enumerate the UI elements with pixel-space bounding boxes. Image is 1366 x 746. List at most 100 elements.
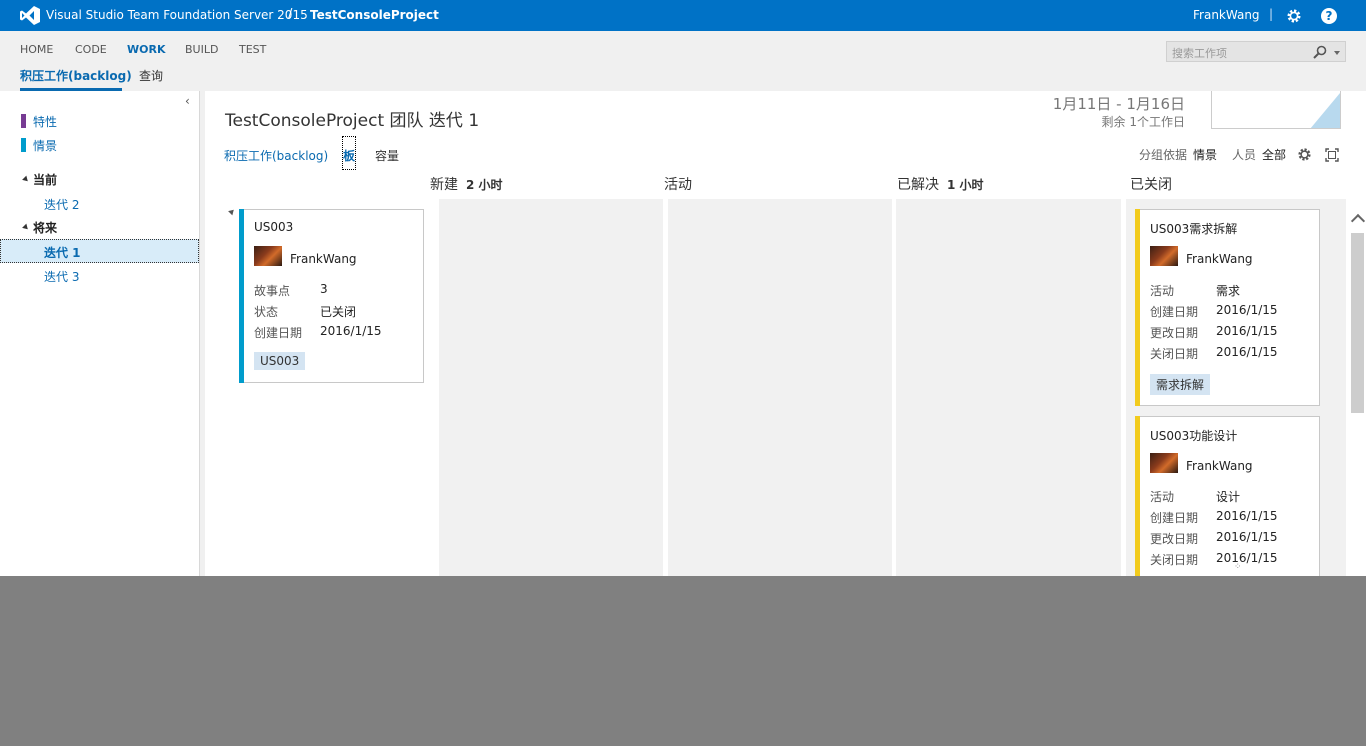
top-bar: Visual Studio Team Foundation Server 201… <box>0 0 1366 31</box>
column-new-name: 新建 <box>430 177 458 193</box>
field-label: 状态 <box>254 305 279 319</box>
subhub-queries[interactable]: 查询 <box>139 67 163 84</box>
field-value-closed-date: 2016/1/15 <box>1216 551 1278 565</box>
iteration-1-link[interactable]: 迭代 1 <box>44 244 81 261</box>
feature-color-bar <box>21 114 26 128</box>
settings-gear-icon[interactable] <box>1286 8 1302 24</box>
card-tag[interactable]: US003 <box>254 352 306 370</box>
lane-active[interactable] <box>668 199 892 576</box>
fullscreen-icon[interactable] <box>1325 148 1339 162</box>
burndown-graphic <box>1310 93 1340 128</box>
field-value-created-date: 2016/1/15 <box>1216 303 1278 317</box>
hub-navigation: HOME CODE WORK BUILD TEST 积压工作(backlog) … <box>0 31 1366 91</box>
field-label: 创建日期 <box>1150 305 1199 319</box>
card-tag[interactable]: 需求拆解 <box>1150 374 1211 395</box>
task-card-color-stripe <box>1135 209 1140 406</box>
task-card-design[interactable]: US003功能设计 FrankWang 活动 设计 创建日期 2016/1/15… <box>1135 416 1320 576</box>
user-name[interactable]: FrankWang <box>1193 8 1260 22</box>
backlog-features[interactable]: 特性 <box>33 113 57 130</box>
field-value-story-points[interactable]: 3 <box>320 282 328 296</box>
card-owner[interactable]: FrankWang <box>290 252 357 266</box>
expand-future-triangle-icon[interactable] <box>22 223 30 232</box>
column-new-remaining: 2 小时 <box>466 178 503 192</box>
subhub-backlog[interactable]: 积压工作(backlog) <box>20 67 132 84</box>
lane-new[interactable] <box>439 199 663 576</box>
visual-studio-logo-icon[interactable] <box>20 6 40 25</box>
avatar <box>1150 246 1178 266</box>
future-iterations-header[interactable]: 将来 <box>33 219 57 236</box>
search-icon[interactable] <box>1313 45 1327 59</box>
board-scrollbar[interactable] <box>1349 211 1366 576</box>
iteration-2-link[interactable]: 迭代 2 <box>44 196 79 213</box>
field-label: 更改日期 <box>1150 532 1199 546</box>
field-value-changed-date: 2016/1/15 <box>1216 530 1278 544</box>
card-title[interactable]: US003需求拆解 <box>1150 220 1237 237</box>
breadcrumb-separator: / <box>288 7 293 22</box>
hub-test[interactable]: TEST <box>239 43 266 56</box>
scenario-color-bar <box>21 138 26 152</box>
task-card-color-stripe <box>1135 416 1140 576</box>
card-owner[interactable]: FrankWang <box>1186 252 1253 266</box>
scroll-up-chevron-icon[interactable] <box>1350 213 1366 229</box>
field-label: 创建日期 <box>254 326 303 340</box>
hub-build[interactable]: BUILD <box>185 43 218 56</box>
product-name[interactable]: Visual Studio Team Foundation Server 201… <box>46 8 308 22</box>
avatar <box>1150 453 1178 473</box>
lane-resolved[interactable] <box>896 199 1121 576</box>
left-pane: ‹ 特性 情景 当前 迭代 2 将来 迭代 1 迭代 3 <box>0 91 200 576</box>
hub-home[interactable]: HOME <box>20 43 53 56</box>
column-header-new: 新建 2 小时 <box>430 174 503 194</box>
field-label: 创建日期 <box>1150 511 1199 525</box>
column-header-closed: 已关闭 <box>1130 174 1172 194</box>
field-value-created-date: 2016/1/15 <box>1216 509 1278 523</box>
main-content: TestConsoleProject 团队 迭代 1 1月11日 - 1月16日… <box>205 91 1366 576</box>
backlog-scenarios[interactable]: 情景 <box>33 137 57 154</box>
field-label: 更改日期 <box>1150 326 1199 340</box>
field-value-activity[interactable]: 设计 <box>1216 488 1240 505</box>
selected-iteration-highlight <box>0 239 199 263</box>
expand-current-triangle-icon[interactable] <box>22 175 30 184</box>
scroll-thumb[interactable] <box>1351 233 1364 413</box>
collapse-story-row-triangle-icon[interactable] <box>228 207 236 216</box>
field-label: 关闭日期 <box>1150 553 1199 567</box>
field-value-created-date: 2016/1/15 <box>320 324 382 338</box>
field-label: 故事点 <box>254 284 291 298</box>
hub-code[interactable]: CODE <box>75 43 107 56</box>
field-value-state[interactable]: 已关闭 <box>320 303 356 320</box>
people-label: 人员 <box>1232 148 1257 162</box>
field-label: 活动 <box>1150 284 1175 298</box>
column-resolved-remaining: 1 小时 <box>947 178 984 192</box>
field-label: 关闭日期 <box>1150 347 1199 361</box>
search-options-chevron-down-icon[interactable] <box>1334 51 1340 55</box>
card-title[interactable]: US003功能设计 <box>1150 427 1237 444</box>
tfs-app: Visual Studio Team Foundation Server 201… <box>0 0 1366 576</box>
iteration-3-link[interactable]: 迭代 3 <box>44 268 79 285</box>
search-placeholder: 搜索工作项 <box>1172 47 1227 60</box>
pivot-board[interactable]: 板 <box>343 147 355 164</box>
burndown-chart[interactable] <box>1211 91 1341 129</box>
pivot-capacity[interactable]: 容量 <box>375 147 399 164</box>
card-title[interactable]: US003 <box>254 220 293 234</box>
task-card-requirements[interactable]: US003需求拆解 FrankWang 活动 需求 创建日期 2016/1/15… <box>1135 209 1320 406</box>
current-iterations-header[interactable]: 当前 <box>33 171 57 188</box>
hub-work[interactable]: WORK <box>127 43 165 56</box>
help-icon[interactable]: ? <box>1321 8 1337 24</box>
column-active-name: 活动 <box>664 177 692 193</box>
card-owner[interactable]: FrankWang <box>1186 459 1253 473</box>
board-settings-gear-icon[interactable] <box>1297 147 1312 162</box>
story-card-us003[interactable]: US003 FrankWang 故事点 3 状态 已关闭 创建日期 2016/1… <box>239 209 424 383</box>
resize-grip-icon[interactable]: ⁘ <box>1234 562 1242 572</box>
field-label: 活动 <box>1150 490 1175 504</box>
field-value-changed-date: 2016/1/15 <box>1216 324 1278 338</box>
search-work-items-input[interactable]: 搜索工作项 <box>1166 41 1346 62</box>
pivot-backlog[interactable]: 积压工作(backlog) <box>224 147 328 164</box>
group-by-value[interactable]: 情景 <box>1193 146 1217 163</box>
people-filter-value[interactable]: 全部 <box>1262 146 1286 163</box>
field-value-activity[interactable]: 需求 <box>1216 282 1240 299</box>
project-name[interactable]: TestConsoleProject <box>310 8 439 22</box>
column-resolved-name: 已解决 <box>897 177 939 193</box>
iteration-date-range: 1月11日 - 1月16日 <box>1052 95 1185 113</box>
remaining-work-days: 剩余 1个工作日 <box>1101 115 1185 129</box>
collapse-pane-chevron-left-icon[interactable]: ‹ <box>185 94 190 108</box>
column-header-resolved: 已解决 1 小时 <box>897 174 984 194</box>
